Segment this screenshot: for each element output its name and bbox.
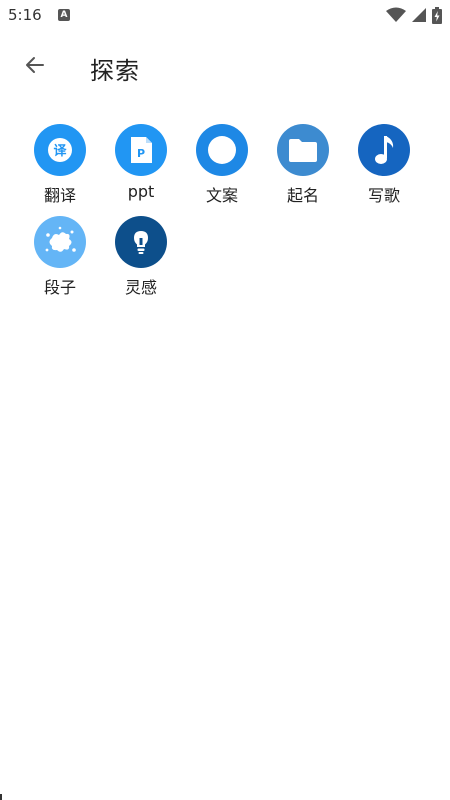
status-icons	[386, 6, 442, 24]
back-button[interactable]	[14, 44, 56, 86]
svg-text:译: 译	[53, 144, 67, 159]
svg-text:P: P	[137, 147, 145, 160]
tool-inspiration[interactable]: 灵感	[101, 216, 181, 300]
battery-charging-icon	[432, 6, 442, 24]
tool-label: 灵感	[124, 278, 157, 297]
tool-label: 起名	[286, 186, 319, 205]
ppt-file-icon: P	[115, 124, 167, 176]
a-icon: A	[58, 9, 70, 21]
circle-icon	[196, 124, 248, 176]
translate-icon: 译	[34, 124, 86, 176]
tool-label: ppt	[127, 182, 155, 201]
lightbulb-icon	[115, 216, 167, 268]
tool-jokes[interactable]: 段子	[20, 216, 100, 300]
app-bar: 探索	[0, 38, 450, 94]
tool-translate[interactable]: 译 翻译	[20, 124, 100, 208]
tool-label: 文案	[205, 186, 238, 205]
status-time: 5:16	[8, 6, 42, 24]
status-bar: 5:16 A	[0, 0, 450, 30]
folder-icon	[277, 124, 329, 176]
page-title: 探索	[90, 57, 140, 85]
tool-label: 翻译	[43, 186, 76, 205]
tool-copywriting[interactable]: 文案	[182, 124, 262, 208]
music-note-icon	[358, 124, 410, 176]
corner-mark	[0, 794, 2, 800]
tool-ppt[interactable]: P ppt	[101, 124, 181, 208]
tool-label: 写歌	[367, 186, 400, 205]
splash-icon	[34, 216, 86, 268]
tool-songwriting[interactable]: 写歌	[344, 124, 424, 208]
tool-label: 段子	[43, 278, 76, 297]
tool-naming[interactable]: 起名	[263, 124, 343, 208]
cellular-icon	[412, 8, 426, 22]
wifi-icon	[386, 7, 406, 22]
arrow-left-icon	[26, 57, 44, 73]
